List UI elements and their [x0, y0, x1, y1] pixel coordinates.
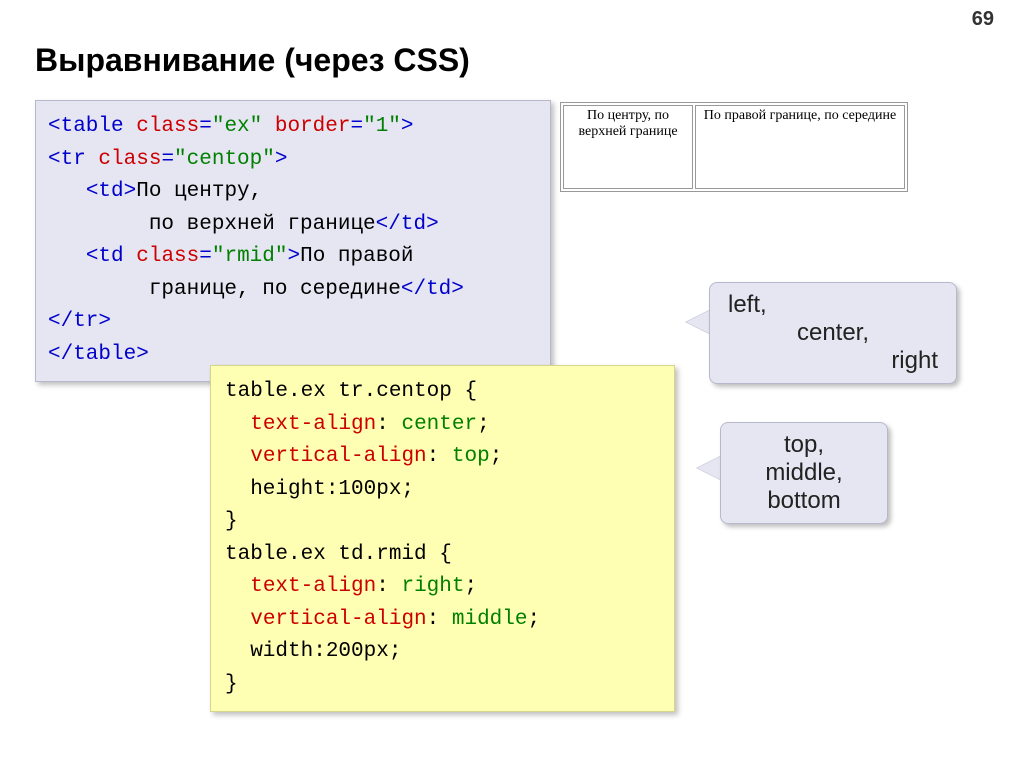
code-text: center — [401, 413, 477, 436]
code-text: vertical-align — [250, 445, 426, 468]
callout-line: middle, — [739, 459, 869, 487]
code-text: границе, по середине — [48, 278, 401, 301]
code-text: right — [401, 575, 464, 598]
callout-tail-icon — [697, 456, 721, 480]
html-code-block: <table class="ex" border="1"> <tr class=… — [35, 100, 551, 382]
code-text: : — [376, 575, 401, 598]
code-text: height:100px; — [225, 478, 414, 501]
code-text: <td — [86, 245, 136, 268]
css-code-block: table.ex tr.centop { text-align: center;… — [210, 365, 675, 712]
code-text: class — [98, 148, 161, 171]
code-text: class — [136, 115, 199, 138]
code-text: = — [199, 245, 212, 268]
code-text: } — [225, 673, 238, 696]
code-text: > — [287, 245, 300, 268]
callout-line: right — [728, 347, 938, 375]
callout-line: left, — [728, 291, 938, 319]
code-text: </table> — [48, 343, 149, 366]
code-text: ; — [528, 608, 541, 631]
code-text: > — [275, 148, 288, 171]
callout-text-align-values: left, center, right — [709, 282, 957, 384]
code-text — [48, 245, 86, 268]
code-text: text-align — [250, 413, 376, 436]
example-table: По центру, по верхней границе По правой … — [560, 102, 908, 192]
code-text: <tr — [48, 148, 98, 171]
code-text: class — [136, 245, 199, 268]
code-text: </td> — [376, 213, 439, 236]
example-cell-right-middle: По правой границе, по середине — [695, 105, 905, 189]
code-text: table.ex td.rmid { — [225, 543, 452, 566]
code-text: по верхней границе — [48, 213, 376, 236]
code-text: "ex" — [212, 115, 262, 138]
code-text: </td> — [401, 278, 464, 301]
code-text: </tr> — [48, 310, 111, 333]
code-text: : — [427, 608, 452, 631]
code-text: <td> — [86, 180, 136, 203]
code-text: } — [225, 510, 238, 533]
callout-line: bottom — [739, 487, 869, 515]
code-text — [225, 445, 250, 468]
code-text: "rmid" — [212, 245, 288, 268]
code-text: ; — [477, 413, 490, 436]
code-text: text-align — [250, 575, 376, 598]
code-text: width:200px; — [225, 640, 401, 663]
code-text: middle — [452, 608, 528, 631]
code-text — [225, 575, 250, 598]
page-title: Выравнивание (через CSS) — [35, 42, 470, 79]
code-text: > — [401, 115, 414, 138]
callout-line: center, — [728, 319, 938, 347]
code-text — [48, 180, 86, 203]
code-text: top — [452, 445, 490, 468]
code-text: border — [262, 115, 350, 138]
callout-tail-icon — [686, 310, 710, 334]
code-text: = — [350, 115, 363, 138]
callout-line: top, — [739, 431, 869, 459]
code-text: "1" — [363, 115, 401, 138]
code-text — [225, 413, 250, 436]
code-text: vertical-align — [250, 608, 426, 631]
code-text: "centop" — [174, 148, 275, 171]
code-text: = — [199, 115, 212, 138]
code-text: : — [427, 445, 452, 468]
code-text: ; — [464, 575, 477, 598]
callout-vertical-align-values: top, middle, bottom — [720, 422, 888, 524]
example-cell-center-top: По центру, по верхней границе — [563, 105, 693, 189]
code-text: table.ex tr.centop { — [225, 380, 477, 403]
code-text: По правой — [300, 245, 413, 268]
code-text — [225, 608, 250, 631]
code-text: <table — [48, 115, 136, 138]
code-text: = — [161, 148, 174, 171]
code-text: По центру, — [136, 180, 262, 203]
code-text: ; — [490, 445, 503, 468]
code-text: : — [376, 413, 401, 436]
page-number: 69 — [972, 8, 994, 31]
